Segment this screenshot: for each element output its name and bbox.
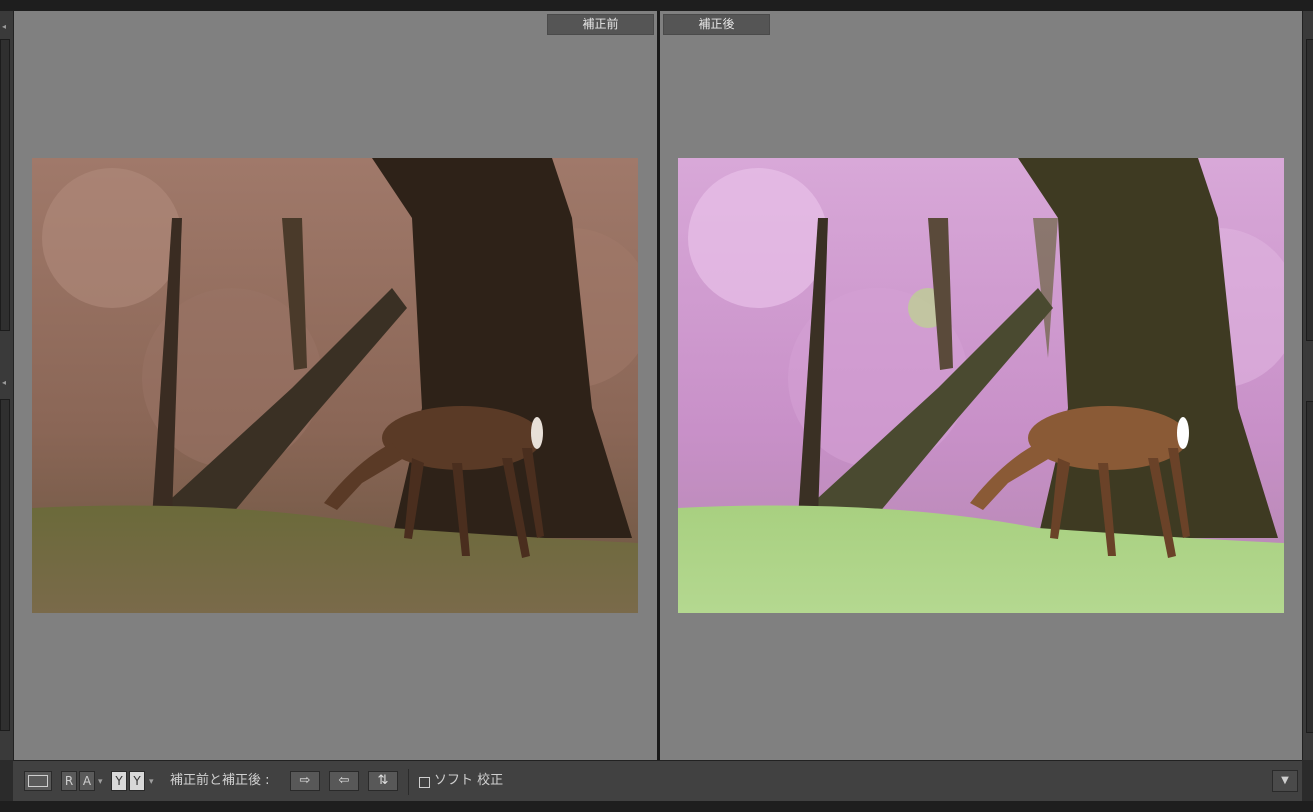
- top-panel-edge: [0, 0, 1313, 11]
- soft-proof-label[interactable]: ソフト 校正: [434, 772, 503, 790]
- after-photo: [678, 158, 1284, 613]
- chevron-down-icon[interactable]: ▾: [98, 777, 103, 787]
- before-after-split-button[interactable]: Y Y: [111, 771, 147, 791]
- before-label: 補正前: [547, 14, 654, 35]
- expand-arrow-icon[interactable]: ◂: [2, 379, 10, 387]
- segment-left: R: [61, 771, 77, 791]
- expand-arrow-icon[interactable]: ◂: [2, 23, 10, 31]
- right-panel-collapsed[interactable]: [1302, 11, 1313, 760]
- before-after-label: 補正前と補正後 :: [170, 773, 270, 788]
- swap-before-after-button[interactable]: ⇅: [368, 771, 398, 791]
- right-panel-scrollbar[interactable]: [1306, 401, 1313, 733]
- segment-left: Y: [111, 771, 127, 791]
- toolbar-separator: [408, 769, 409, 795]
- loupe-view-icon: [28, 775, 48, 787]
- soft-proof-checkbox[interactable]: [419, 777, 430, 788]
- copy-before-to-after-button[interactable]: ⇨: [290, 771, 320, 791]
- segment-right: A: [79, 771, 95, 791]
- before-after-left-right-button[interactable]: R A: [61, 771, 97, 791]
- toolbar-menu-button[interactable]: ▼: [1272, 770, 1298, 792]
- after-pane: 補正後: [660, 11, 1302, 760]
- left-panel-scrollbar[interactable]: [0, 399, 10, 731]
- copy-after-to-before-button[interactable]: ⇦: [329, 771, 359, 791]
- chevron-down-icon[interactable]: ▾: [149, 777, 154, 787]
- before-photo: [32, 158, 638, 613]
- segment-right: Y: [129, 771, 145, 791]
- left-panel-collapsed[interactable]: ◂ ◂: [0, 11, 14, 760]
- toolbar: R A ▾ Y Y ▾ 補正前と補正後 : ⇨ ⇦ ⇅ ソフト 校正 ▼: [13, 760, 1302, 802]
- left-panel-scrollbar[interactable]: [0, 39, 10, 331]
- filmstrip-edge: [0, 801, 1313, 812]
- right-panel-scrollbar[interactable]: [1306, 39, 1313, 341]
- after-label: 補正後: [663, 14, 770, 35]
- before-pane: 補正前: [14, 11, 657, 760]
- loupe-view-button[interactable]: [24, 771, 52, 791]
